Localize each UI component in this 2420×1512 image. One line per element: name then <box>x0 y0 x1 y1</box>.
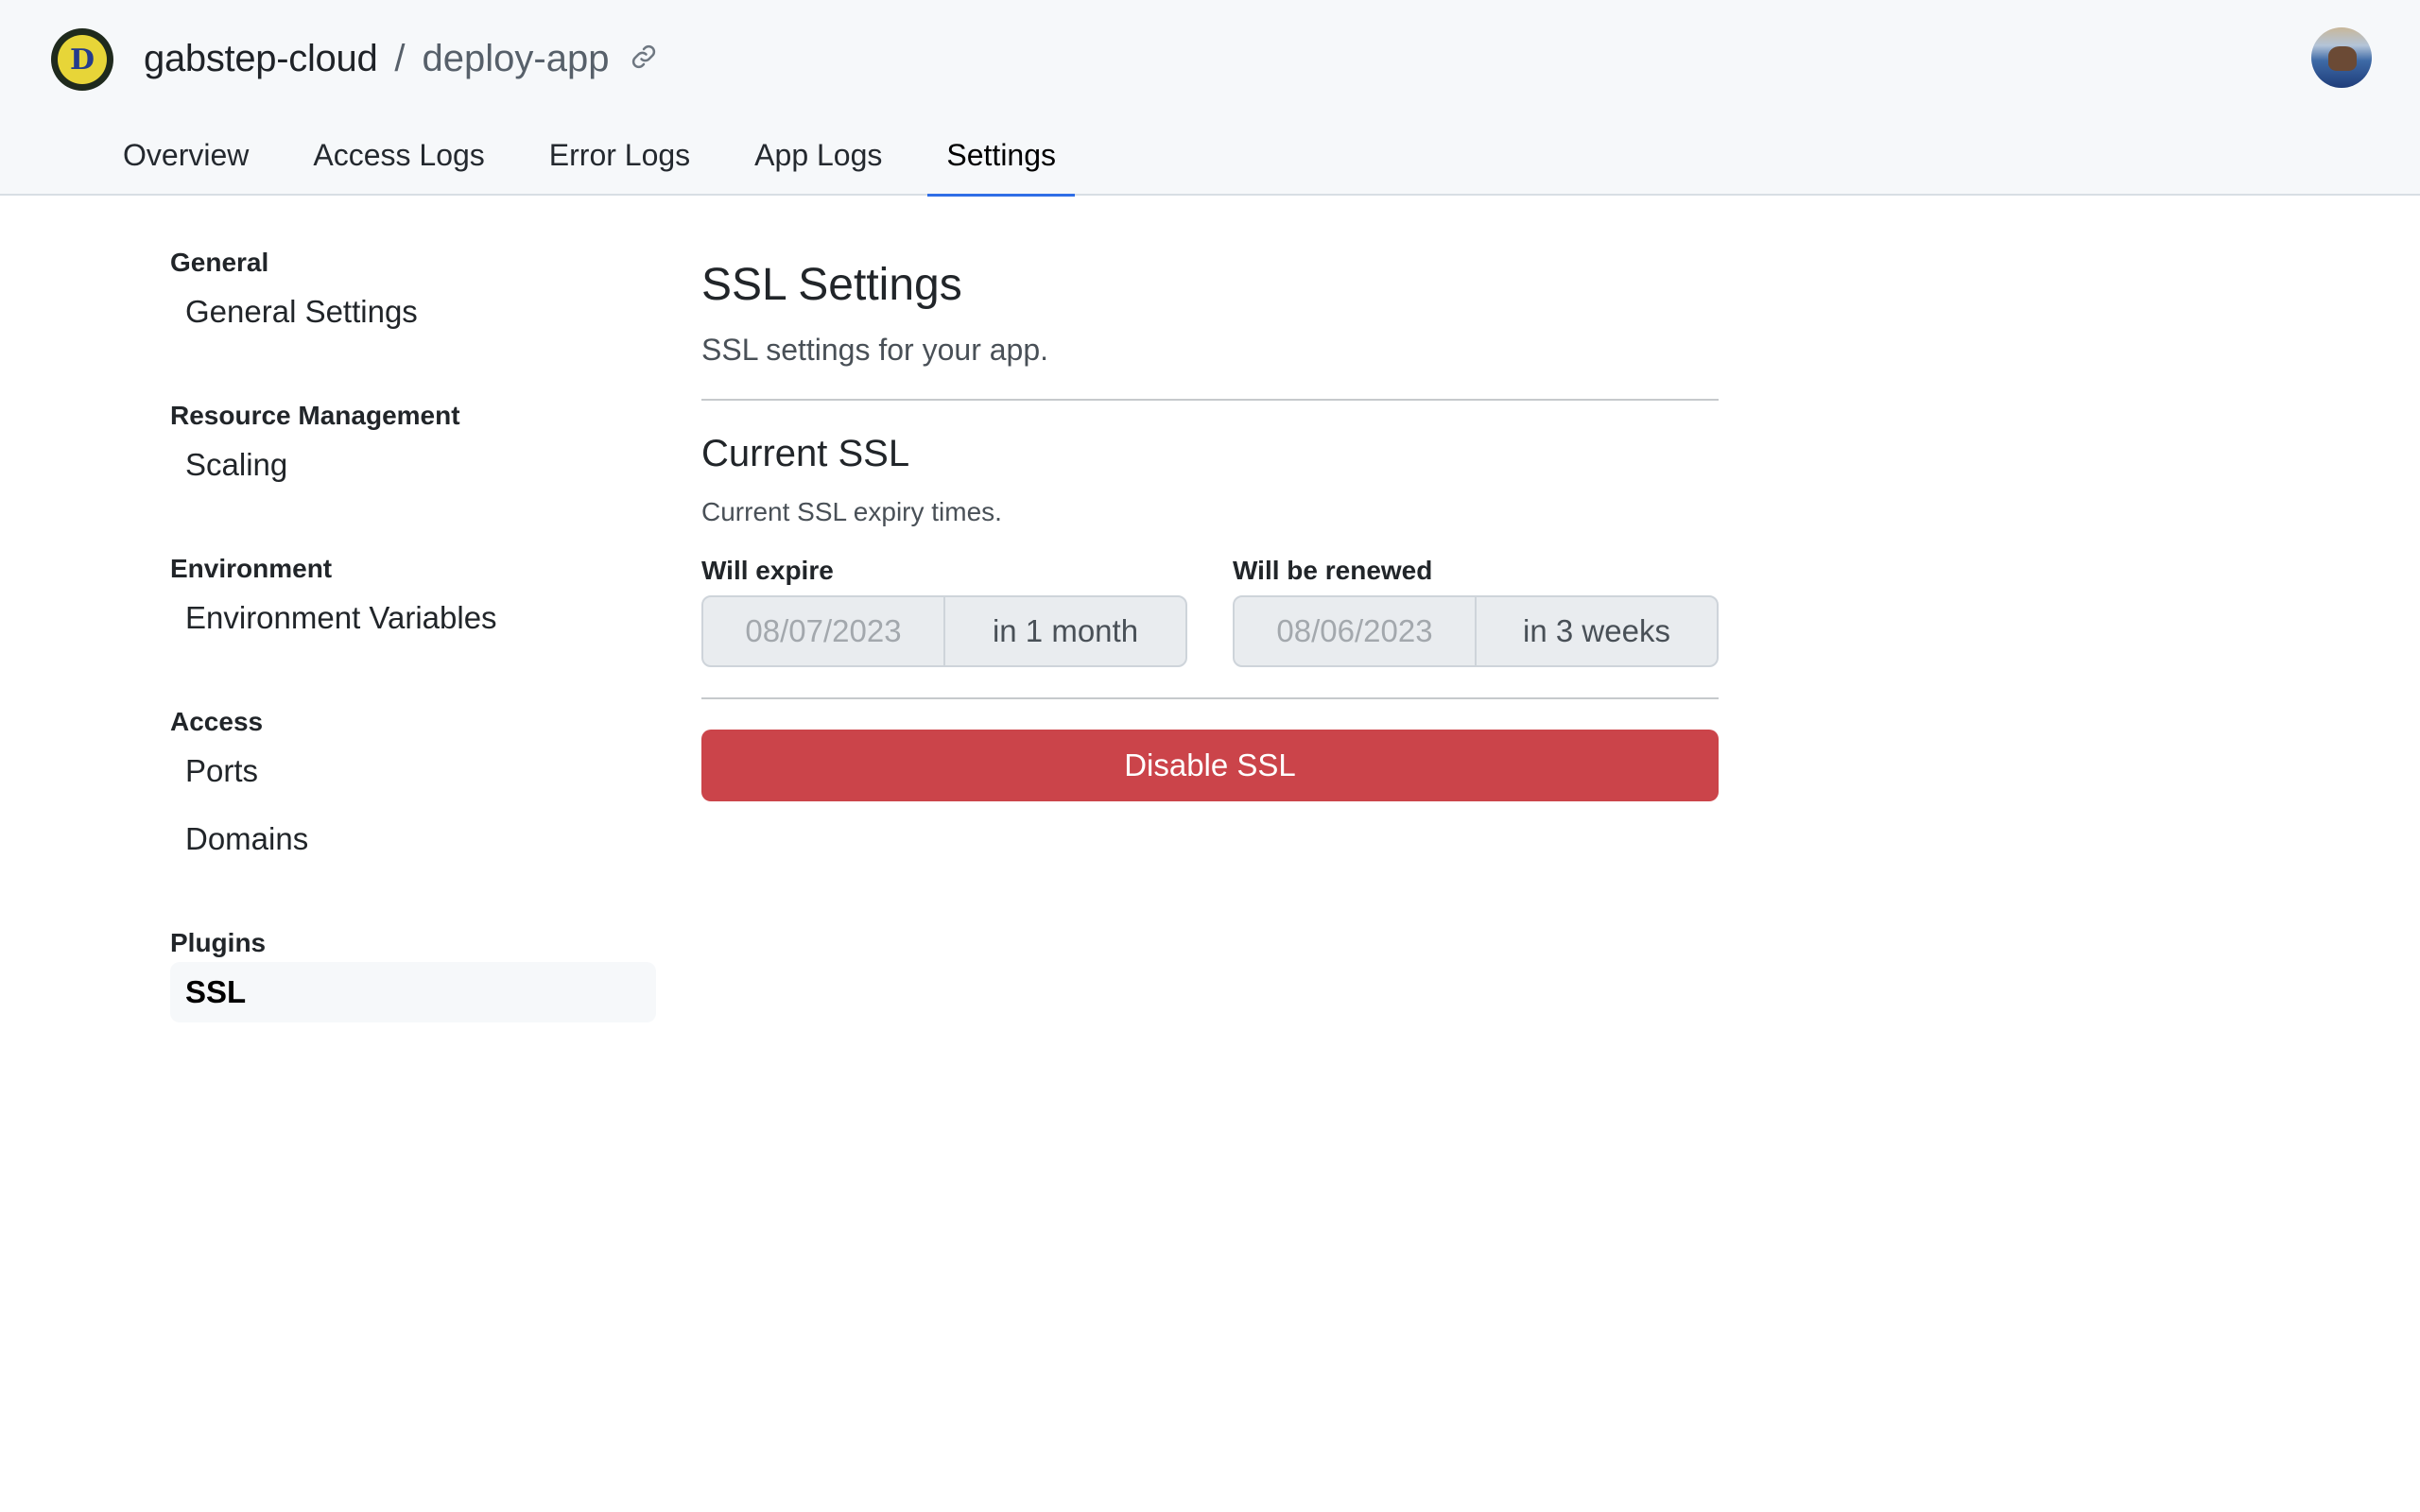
tab-overview[interactable]: Overview <box>104 123 268 197</box>
will-expire-input-group: 08/07/2023 in 1 month <box>701 595 1187 667</box>
will-be-renewed-date: 08/06/2023 <box>1235 597 1477 665</box>
sidebar-group-access: Access Ports Domains <box>170 703 656 869</box>
org-logo[interactable]: D <box>51 28 113 91</box>
sidebar-heading: Environment <box>170 554 333 583</box>
breadcrumb-app[interactable]: deploy-app <box>423 38 610 80</box>
top-header: D gabstep-cloud / deploy-app Overview Ac… <box>0 0 2420 197</box>
breadcrumb-org[interactable]: gabstep-cloud <box>144 38 378 80</box>
section-title: Current SSL <box>701 433 910 474</box>
tab-error-logs[interactable]: Error Logs <box>530 123 709 197</box>
sidebar-item-ssl[interactable]: SSL <box>170 962 656 1022</box>
settings-sidebar: General General Settings Resource Manage… <box>170 244 656 1022</box>
ssl-settings-panel: SSL Settings SSL settings for your app. … <box>701 253 1719 801</box>
tab-app-logs[interactable]: App Logs <box>735 123 901 197</box>
tab-bar: Overview Access Logs Error Logs App Logs… <box>104 123 1101 197</box>
sidebar-item-ports[interactable]: Ports <box>170 741 656 801</box>
sidebar-heading: General <box>170 248 269 277</box>
will-expire-field: Will expire 08/07/2023 in 1 month <box>701 554 1187 667</box>
sidebar-heading: Resource Management <box>170 401 460 430</box>
logo-ring: D <box>58 35 107 84</box>
will-be-renewed-field: Will be renewed 08/06/2023 in 3 weeks <box>1233 554 1719 667</box>
sidebar-group-plugins: Plugins SSL <box>170 924 656 1022</box>
page-title: SSL Settings <box>701 260 962 310</box>
will-be-renewed-input-group: 08/06/2023 in 3 weeks <box>1233 595 1719 667</box>
ssl-expiry-fields: Will expire 08/07/2023 in 1 month Will b… <box>701 554 1719 667</box>
will-expire-date: 08/07/2023 <box>703 597 945 665</box>
sidebar-item-environment-variables[interactable]: Environment Variables <box>170 588 656 648</box>
tab-access-logs[interactable]: Access Logs <box>294 123 503 197</box>
sidebar-item-general-settings[interactable]: General Settings <box>170 282 656 342</box>
breadcrumb-separator: / <box>394 37 406 79</box>
sidebar-group-environment: Environment Environment Variables <box>170 550 656 648</box>
disable-ssl-button[interactable]: Disable SSL <box>701 730 1719 801</box>
sidebar-heading: Access <box>170 707 264 736</box>
sidebar-item-domains[interactable]: Domains <box>170 809 656 869</box>
sidebar-group-resource-management: Resource Management Scaling <box>170 397 656 495</box>
sidebar-group-general: General General Settings <box>170 244 656 342</box>
sidebar-item-scaling[interactable]: Scaling <box>170 435 656 495</box>
logo-letter: D <box>69 43 95 77</box>
user-avatar[interactable] <box>2311 27 2372 88</box>
will-expire-label: Will expire <box>701 556 834 585</box>
avatar-figure <box>2328 46 2357 71</box>
link-icon[interactable] <box>626 38 658 80</box>
will-be-renewed-label: Will be renewed <box>1233 556 1433 585</box>
section-subtitle: Current SSL expiry times. <box>701 497 1002 526</box>
sidebar-heading: Plugins <box>170 928 267 957</box>
will-be-renewed-relative: in 3 weeks <box>1523 613 1670 648</box>
page-subtitle: SSL settings for your app. <box>701 333 1049 367</box>
will-expire-relative: in 1 month <box>992 613 1139 648</box>
breadcrumb: gabstep-cloud / deploy-app <box>144 34 658 83</box>
tab-settings[interactable]: Settings <box>927 123 1075 197</box>
